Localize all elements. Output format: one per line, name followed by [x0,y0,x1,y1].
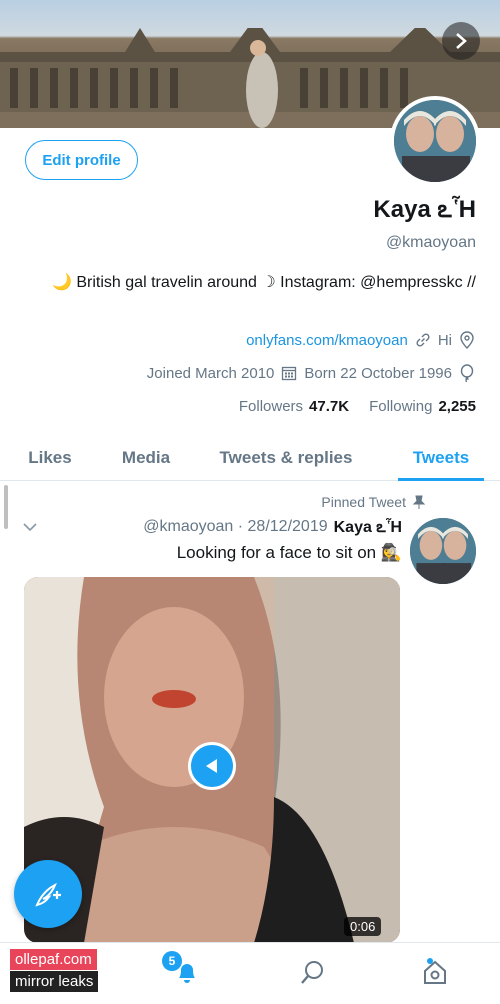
profile-joined: Joined March 2010 [146,364,275,382]
watermark: ollepaf.com mirror leaks [10,949,110,992]
chevron-down-icon[interactable] [22,520,38,534]
profile-dates-row: Joined March 2010 Born 22 October 1996 [147,364,476,382]
scrollbar[interactable] [4,485,8,529]
profile-tabs: Tweets Tweets & replies Media Likes [0,435,500,481]
followers-count[interactable]: 47.7K [309,398,349,415]
video-duration: 0:06 [344,917,382,936]
avatar-photo [410,518,476,584]
tweet-text: Looking for a face to sit on 🕵️‍♀️ [176,543,402,562]
profile-website-link[interactable]: onlyfans.com/kmaoyoan [246,332,408,349]
avatar-photo [394,100,476,182]
profile-born: Born 22 October 1996 [304,364,452,382]
following-label[interactable]: Following [369,398,432,415]
compose-tweet-button[interactable] [14,860,82,928]
profile-location: Hi [437,331,452,349]
play-button[interactable] [188,742,236,790]
nav-home[interactable] [418,955,452,989]
nav-search[interactable] [296,955,330,989]
pin-icon [412,495,426,509]
tweet-meta: @kmaoyoan · 28/12/2019 [143,518,328,535]
tab-media[interactable]: Media [114,435,178,480]
link-icon [414,331,432,349]
search-icon [301,961,323,984]
home-icon [424,958,446,984]
tweet-author-avatar[interactable] [410,518,476,584]
watermark-line1: ollepaf.com [10,949,97,970]
tweet-header: @kmaoyoan · 28/12/2019 Kaya ఽἯ [143,518,402,540]
pinned-tweet-label: Pinned Tweet [321,494,426,510]
tab-likes[interactable]: Likes [20,435,80,480]
tab-tweets-replies[interactable]: Tweets & replies [208,435,364,480]
watermark-line2: mirror leaks [10,971,99,992]
follow-stats: Followers 47.7K Following 2,255 [239,398,476,415]
profile-avatar[interactable] [390,96,480,186]
profile-handle: @kmaoyoan [385,234,476,251]
edit-profile-button[interactable]: Edit profile [25,140,138,180]
calendar-icon [280,364,298,382]
balloon-icon [458,364,476,382]
followers-label[interactable]: Followers [239,398,303,415]
profile-name: Kaya ఽἯ [373,196,476,223]
nav-notifications[interactable]: 5 [162,951,204,989]
location-pin-icon [458,331,476,349]
play-icon [206,759,217,773]
profile-location-website-row: onlyfans.com/kmaoyoan Hi [246,331,476,349]
compose-feather-icon [35,882,61,907]
tab-tweets[interactable]: Tweets [398,435,484,481]
banner-next-button[interactable] [442,22,480,60]
following-count[interactable]: 2,255 [438,398,476,415]
notifications-badge: 5 [162,951,182,971]
chevron-right-icon [456,33,467,49]
tweet-author-name[interactable]: Kaya ఽἯ [334,518,402,540]
profile-bio: 🌙 British gal travelin around ☽ Instagra… [52,274,476,291]
pinned-label-text: Pinned Tweet [321,494,406,510]
